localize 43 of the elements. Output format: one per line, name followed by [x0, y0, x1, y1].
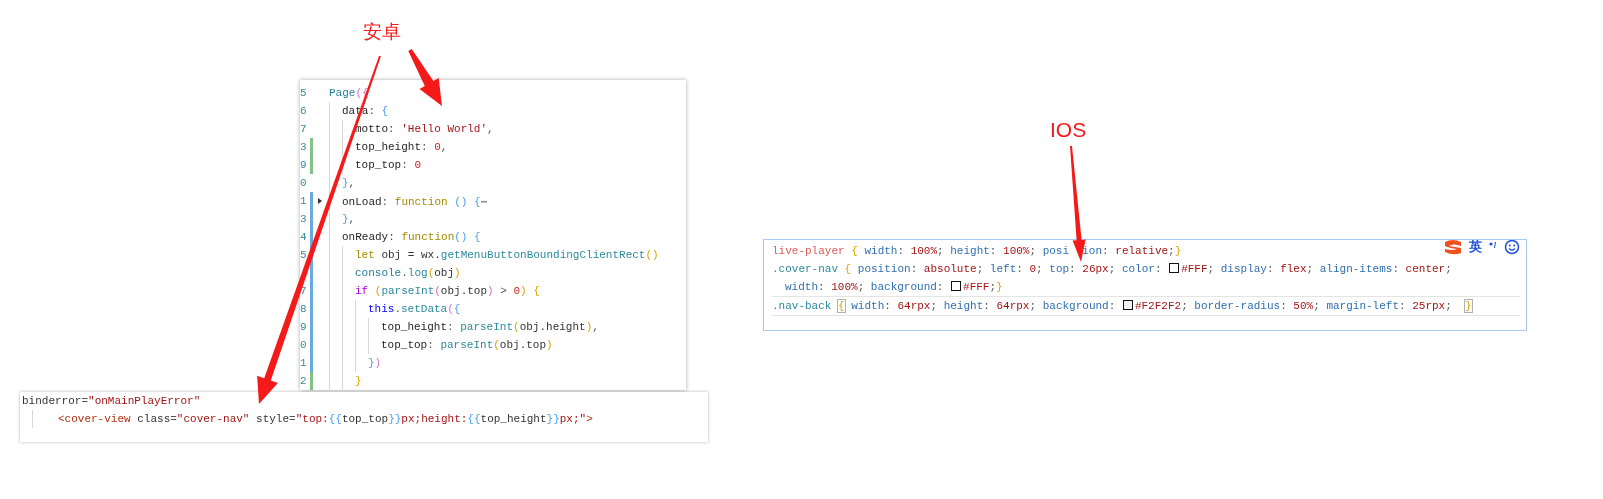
code-text: let obj = wx.getMenuButtonBoundingClientRect()	[355, 249, 659, 261]
line-number: 8	[300, 303, 307, 315]
line-number: 7	[300, 123, 307, 135]
code-text: onLoad: function () {⋯	[342, 194, 488, 208]
line-number: 1	[300, 195, 307, 207]
line-number: 9	[300, 159, 307, 171]
code-text: top_top: 0	[355, 159, 422, 171]
arrow	[408, 49, 442, 106]
line-number: 3	[300, 141, 307, 153]
code-text: top_height: parseInt(obj.height),	[381, 321, 599, 333]
code-text: motto: 'Hello World',	[355, 123, 494, 135]
line-number: 5	[300, 87, 307, 99]
line-number: 3	[300, 213, 307, 225]
code-text: live-player { width: 100%; height: 100%; posi ion: relative;}	[772, 245, 1182, 257]
annotation-label: 安卓	[363, 20, 401, 42]
code-text: },	[342, 177, 356, 189]
code-text: onReady: function() {	[342, 231, 481, 243]
line-number: 1	[300, 357, 307, 369]
code-text: top_top: parseInt(obj.top)	[381, 339, 553, 351]
code-text: })	[368, 357, 382, 369]
code-text: binderror="onMainPlayError"	[22, 395, 201, 407]
smiley-icon[interactable]	[1504, 240, 1520, 255]
line-number: 6	[300, 105, 307, 117]
code-text: width: 100%; background: #FFF;}	[785, 281, 1003, 293]
code-text: console.log(obj)	[355, 267, 461, 279]
line-number: 9	[300, 321, 307, 333]
code-text: top_height: 0,	[355, 141, 448, 153]
fold-icon[interactable]	[318, 198, 322, 204]
code-text: .nav-back { width: 64rpx; height: 64rpx; background: #F2F2F2; border-radius: 50%; margin-left: 25rpx; }	[772, 300, 1472, 312]
line-number: 5	[300, 249, 307, 261]
input-language[interactable]: 英	[1469, 240, 1482, 256]
input-method-logo-icon[interactable]	[1443, 240, 1463, 255]
code-text: }	[355, 375, 362, 387]
line-number: 0	[300, 177, 307, 189]
code-text: this.setData({	[368, 303, 461, 315]
code-text: if (parseInt(obj.top) > 0) {	[355, 285, 540, 297]
code-text: <cover-view class="cover-nav" style="top:{{top_top}}px;height:{{top_height}}px;">	[58, 413, 593, 425]
code-text: },	[342, 213, 356, 225]
line-number: 0	[300, 339, 307, 351]
line-number: 2	[300, 375, 307, 387]
line-number: 4	[300, 231, 307, 243]
annotation-label: IOS	[1050, 119, 1087, 141]
code-text: .cover-nav { position: absolute; left: 0; top: 26px; color: #FFF; display: flex; align-items: center;	[772, 263, 1452, 275]
